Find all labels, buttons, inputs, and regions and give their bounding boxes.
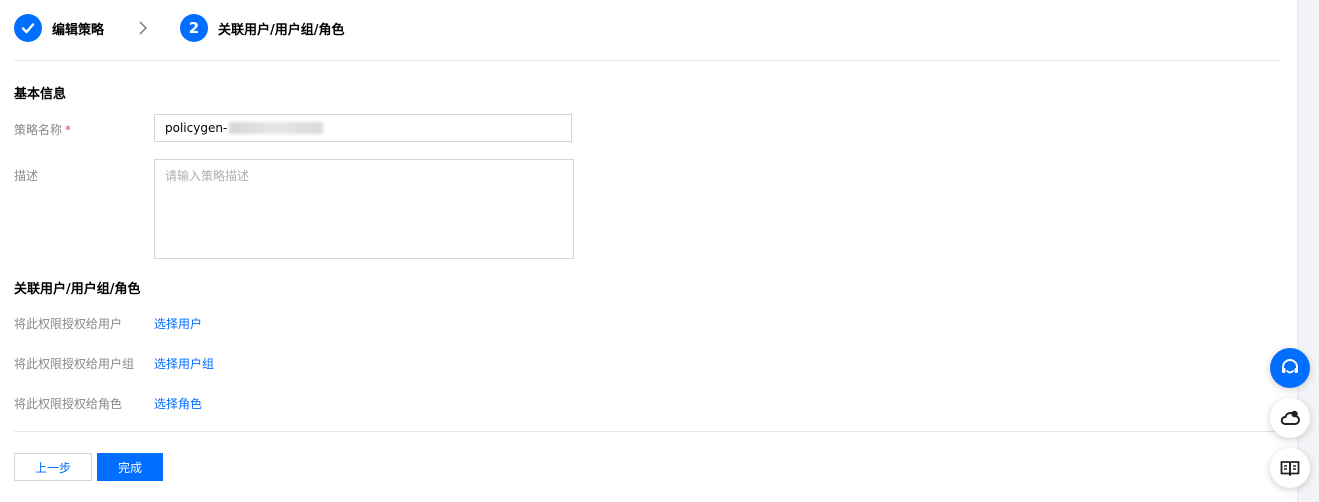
policy-name-input[interactable]: policygen- bbox=[154, 114, 572, 142]
description-textarea[interactable]: 请输入策略描述 bbox=[154, 159, 574, 259]
select-group-link[interactable]: 选择用户组 bbox=[154, 355, 214, 372]
grant-user-label: 将此权限授权给用户 bbox=[14, 317, 123, 331]
grant-role-label: 将此权限授权给角色 bbox=[14, 397, 123, 411]
grant-group-label: 将此权限授权给用户组 bbox=[14, 357, 135, 371]
select-role-link[interactable]: 选择角色 bbox=[154, 395, 202, 412]
policy-name-label: 策略名称 * bbox=[14, 121, 71, 138]
divider-top bbox=[14, 60, 1280, 61]
stepper: 编辑策略 2 关联用户/用户组/角色 bbox=[14, 14, 345, 42]
policy-name-label-text: 策略名称 bbox=[14, 123, 63, 137]
page: 编辑策略 2 关联用户/用户组/角色 基本信息 策略名称 * policygen-… bbox=[0, 0, 1298, 502]
required-mark: * bbox=[65, 123, 72, 137]
headset-icon[interactable] bbox=[1270, 348, 1310, 388]
done-button[interactable]: 完成 bbox=[97, 453, 163, 481]
step-done-check-icon bbox=[14, 14, 42, 42]
step-1-label: 编辑策略 bbox=[52, 22, 105, 38]
redacted-suffix bbox=[229, 122, 324, 134]
step-2-label: 关联用户/用户组/角色 bbox=[218, 22, 345, 38]
association-title: 关联用户/用户组/角色 bbox=[14, 282, 141, 297]
cloud-chat-icon[interactable] bbox=[1270, 398, 1310, 438]
chevron-right-icon bbox=[138, 14, 150, 42]
book-icon[interactable] bbox=[1270, 448, 1310, 488]
divider-bottom bbox=[14, 431, 1280, 432]
basic-info-title: 基本信息 bbox=[14, 87, 67, 102]
description-label: 描述 bbox=[14, 169, 39, 183]
select-user-link[interactable]: 选择用户 bbox=[154, 315, 202, 332]
prev-step-button[interactable]: 上一步 bbox=[14, 453, 92, 481]
step-2-number: 2 bbox=[180, 14, 209, 42]
description-placeholder: 请输入策略描述 bbox=[165, 169, 250, 183]
policy-name-value: policygen- bbox=[165, 121, 228, 135]
